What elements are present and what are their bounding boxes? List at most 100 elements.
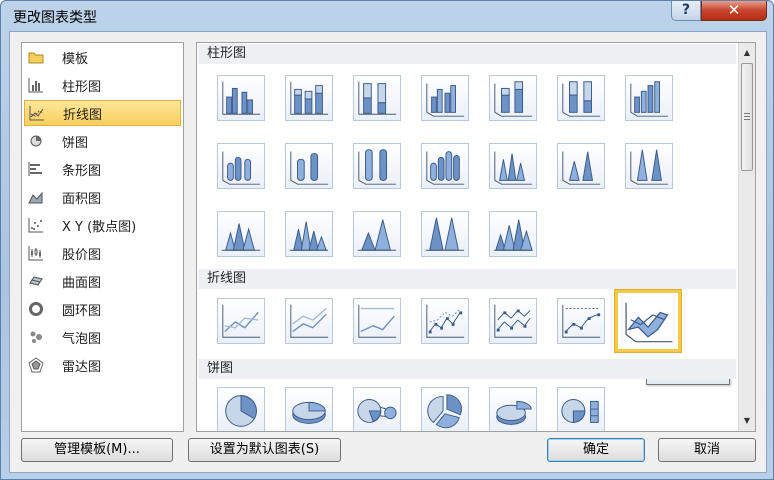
subtype-percent-stacked-line-with-markers[interactable] xyxy=(557,298,605,344)
subtype-percent-stacked-line[interactable] xyxy=(353,298,401,344)
category-label: 气泡图 xyxy=(62,331,102,347)
section-column-header: 柱形图 xyxy=(198,44,736,64)
subtype-percent-stacked-column[interactable] xyxy=(353,75,401,121)
subtype-stacked-column[interactable] xyxy=(285,75,333,121)
subtype-stacked-cylinder[interactable] xyxy=(285,143,333,189)
surface-chart-icon xyxy=(28,273,44,289)
subtype-pie-of-pie[interactable] xyxy=(353,387,401,431)
clustered-cone-icon xyxy=(494,151,533,185)
section-line-header: 折线图 xyxy=(198,269,736,289)
category-templates[interactable]: 模板 xyxy=(24,44,181,70)
subtype-line-with-markers[interactable] xyxy=(421,298,469,344)
category-bar[interactable]: 条形图 xyxy=(24,156,181,182)
line-with-markers-icon xyxy=(426,304,465,338)
category-label: 柱形图 xyxy=(62,79,102,95)
clustered-column-icon xyxy=(222,81,261,115)
cancel-button[interactable]: 取消 xyxy=(658,438,756,462)
subtype-3d-cylinder[interactable] xyxy=(421,143,469,189)
3d-column-icon xyxy=(630,81,669,117)
category-label: 饼图 xyxy=(62,135,89,151)
subtype-exploded-pie[interactable] xyxy=(421,387,469,431)
pie-chart-icon xyxy=(28,133,44,149)
3d-line-icon xyxy=(625,302,673,343)
percent-stacked-cone-icon xyxy=(630,149,669,185)
category-label: 圆环图 xyxy=(62,303,102,319)
category-scatter[interactable]: X Y (散点图) xyxy=(24,212,181,238)
subtype-stacked-line[interactable] xyxy=(285,298,333,344)
subtype-3d-line[interactable] xyxy=(615,290,681,352)
dialog-client-area: 模板 柱形图 折线图 饼图 条形图 面积图 X Y (散点图) 股价图 曲面图 … xyxy=(9,31,767,473)
subtype-stacked-pyramid[interactable] xyxy=(353,211,401,257)
change-chart-type-dialog: 更改图表类型 ? ✕ 模板 柱形图 折线图 饼图 条形图 面积图 X Y (散点… xyxy=(0,0,774,480)
stacked-cone-icon xyxy=(562,151,601,185)
area-chart-icon xyxy=(28,189,44,205)
subtype-3d-pie[interactable] xyxy=(285,387,333,431)
category-area[interactable]: 面积图 xyxy=(24,184,181,210)
stacked-column-icon xyxy=(290,81,329,115)
radar-chart-icon xyxy=(28,357,44,373)
category-pie[interactable]: 饼图 xyxy=(24,128,181,154)
subtype-percent-stacked-cone[interactable] xyxy=(625,143,673,189)
close-button[interactable]: ✕ xyxy=(701,1,767,21)
subtype-bar-of-pie[interactable] xyxy=(557,387,605,431)
category-radar[interactable]: 雷达图 xyxy=(24,352,181,378)
manage-templates-button[interactable]: 管理模板(M)... xyxy=(21,438,173,462)
subtype-line[interactable] xyxy=(217,298,265,344)
percent-stacked-cylinder-icon xyxy=(358,149,397,185)
subtype-3d-clustered-column[interactable] xyxy=(421,75,469,121)
category-label: 模板 xyxy=(62,51,89,67)
subtype-3d-percent-stacked-column[interactable] xyxy=(557,75,605,121)
subtype-clustered-cone[interactable] xyxy=(489,143,537,189)
subtype-percent-stacked-pyramid[interactable] xyxy=(421,211,469,257)
subtype-percent-stacked-cylinder[interactable] xyxy=(353,143,401,189)
line-chart-icon xyxy=(29,105,45,121)
3d-stacked-column-icon xyxy=(494,81,533,117)
bar-chart-icon xyxy=(28,161,44,177)
subtype-3d-column[interactable] xyxy=(625,75,673,121)
category-bubble[interactable]: 气泡图 xyxy=(24,324,181,350)
pie-icon xyxy=(225,395,257,427)
pie-of-pie-icon xyxy=(357,399,397,423)
ok-button[interactable]: 确定 xyxy=(547,438,645,462)
section-pie-header: 饼图 xyxy=(198,359,736,379)
category-column[interactable]: 柱形图 xyxy=(24,72,181,98)
category-surface[interactable]: 曲面图 xyxy=(24,268,181,294)
stacked-pyramid-icon xyxy=(357,219,397,251)
stacked-line-with-markers-icon xyxy=(494,304,533,338)
subtype-pie[interactable] xyxy=(217,387,265,431)
subtype-clustered-cylinder[interactable] xyxy=(217,143,265,189)
subtype-clustered-pyramid[interactable] xyxy=(285,211,333,257)
category-doughnut[interactable]: 圆环图 xyxy=(24,296,181,322)
stock-chart-icon xyxy=(28,245,44,261)
subtype-clustered-column[interactable] xyxy=(217,75,265,121)
category-label: 面积图 xyxy=(62,191,102,207)
help-button[interactable]: ? xyxy=(671,1,701,21)
gallery-scrollbar[interactable]: ▲ ▼ xyxy=(738,43,755,431)
exploded-3d-pie-icon xyxy=(496,400,532,425)
category-line[interactable]: 折线图 xyxy=(24,100,181,126)
subtype-stacked-cone[interactable] xyxy=(557,143,605,189)
3d-cone-icon xyxy=(221,223,261,251)
category-label: 雷达图 xyxy=(62,359,102,375)
bar-of-pie-icon xyxy=(561,399,599,423)
set-default-chart-button[interactable]: 设置为默认图表(S) xyxy=(188,438,341,462)
grip-line xyxy=(744,116,750,117)
percent-stacked-line-icon xyxy=(358,304,397,338)
line-icon xyxy=(222,304,261,338)
scroll-up-icon[interactable]: ▲ xyxy=(739,45,755,61)
subtype-stacked-line-with-markers[interactable] xyxy=(489,298,537,344)
subtype-exploded-3d-pie[interactable] xyxy=(489,387,537,431)
subtype-3d-pyramid[interactable] xyxy=(489,211,537,257)
subtype-3d-stacked-column[interactable] xyxy=(489,75,537,121)
category-label: 股价图 xyxy=(62,247,102,263)
scroll-down-icon[interactable]: ▼ xyxy=(739,413,755,429)
percent-stacked-line-with-markers-icon xyxy=(562,304,601,338)
3d-pie-icon xyxy=(292,401,326,424)
stacked-cylinder-icon xyxy=(290,151,329,185)
scrollbar-thumb[interactable] xyxy=(741,63,753,171)
3d-percent-stacked-column-icon xyxy=(562,81,601,117)
subtype-3d-cone[interactable] xyxy=(217,211,265,257)
category-stock[interactable]: 股价图 xyxy=(24,240,181,266)
percent-stacked-column-icon xyxy=(358,81,397,115)
clustered-cylinder-icon xyxy=(222,151,261,185)
